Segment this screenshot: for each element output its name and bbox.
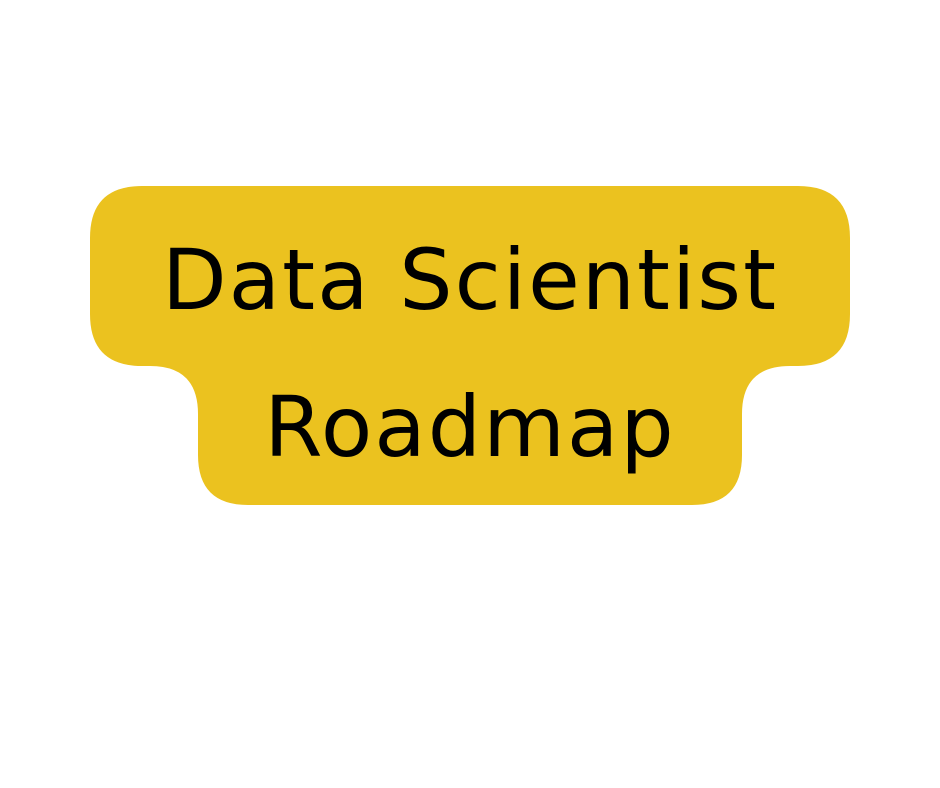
- title-line-2: Roadmap: [264, 378, 676, 476]
- title-line-1: Data Scientist: [162, 231, 778, 329]
